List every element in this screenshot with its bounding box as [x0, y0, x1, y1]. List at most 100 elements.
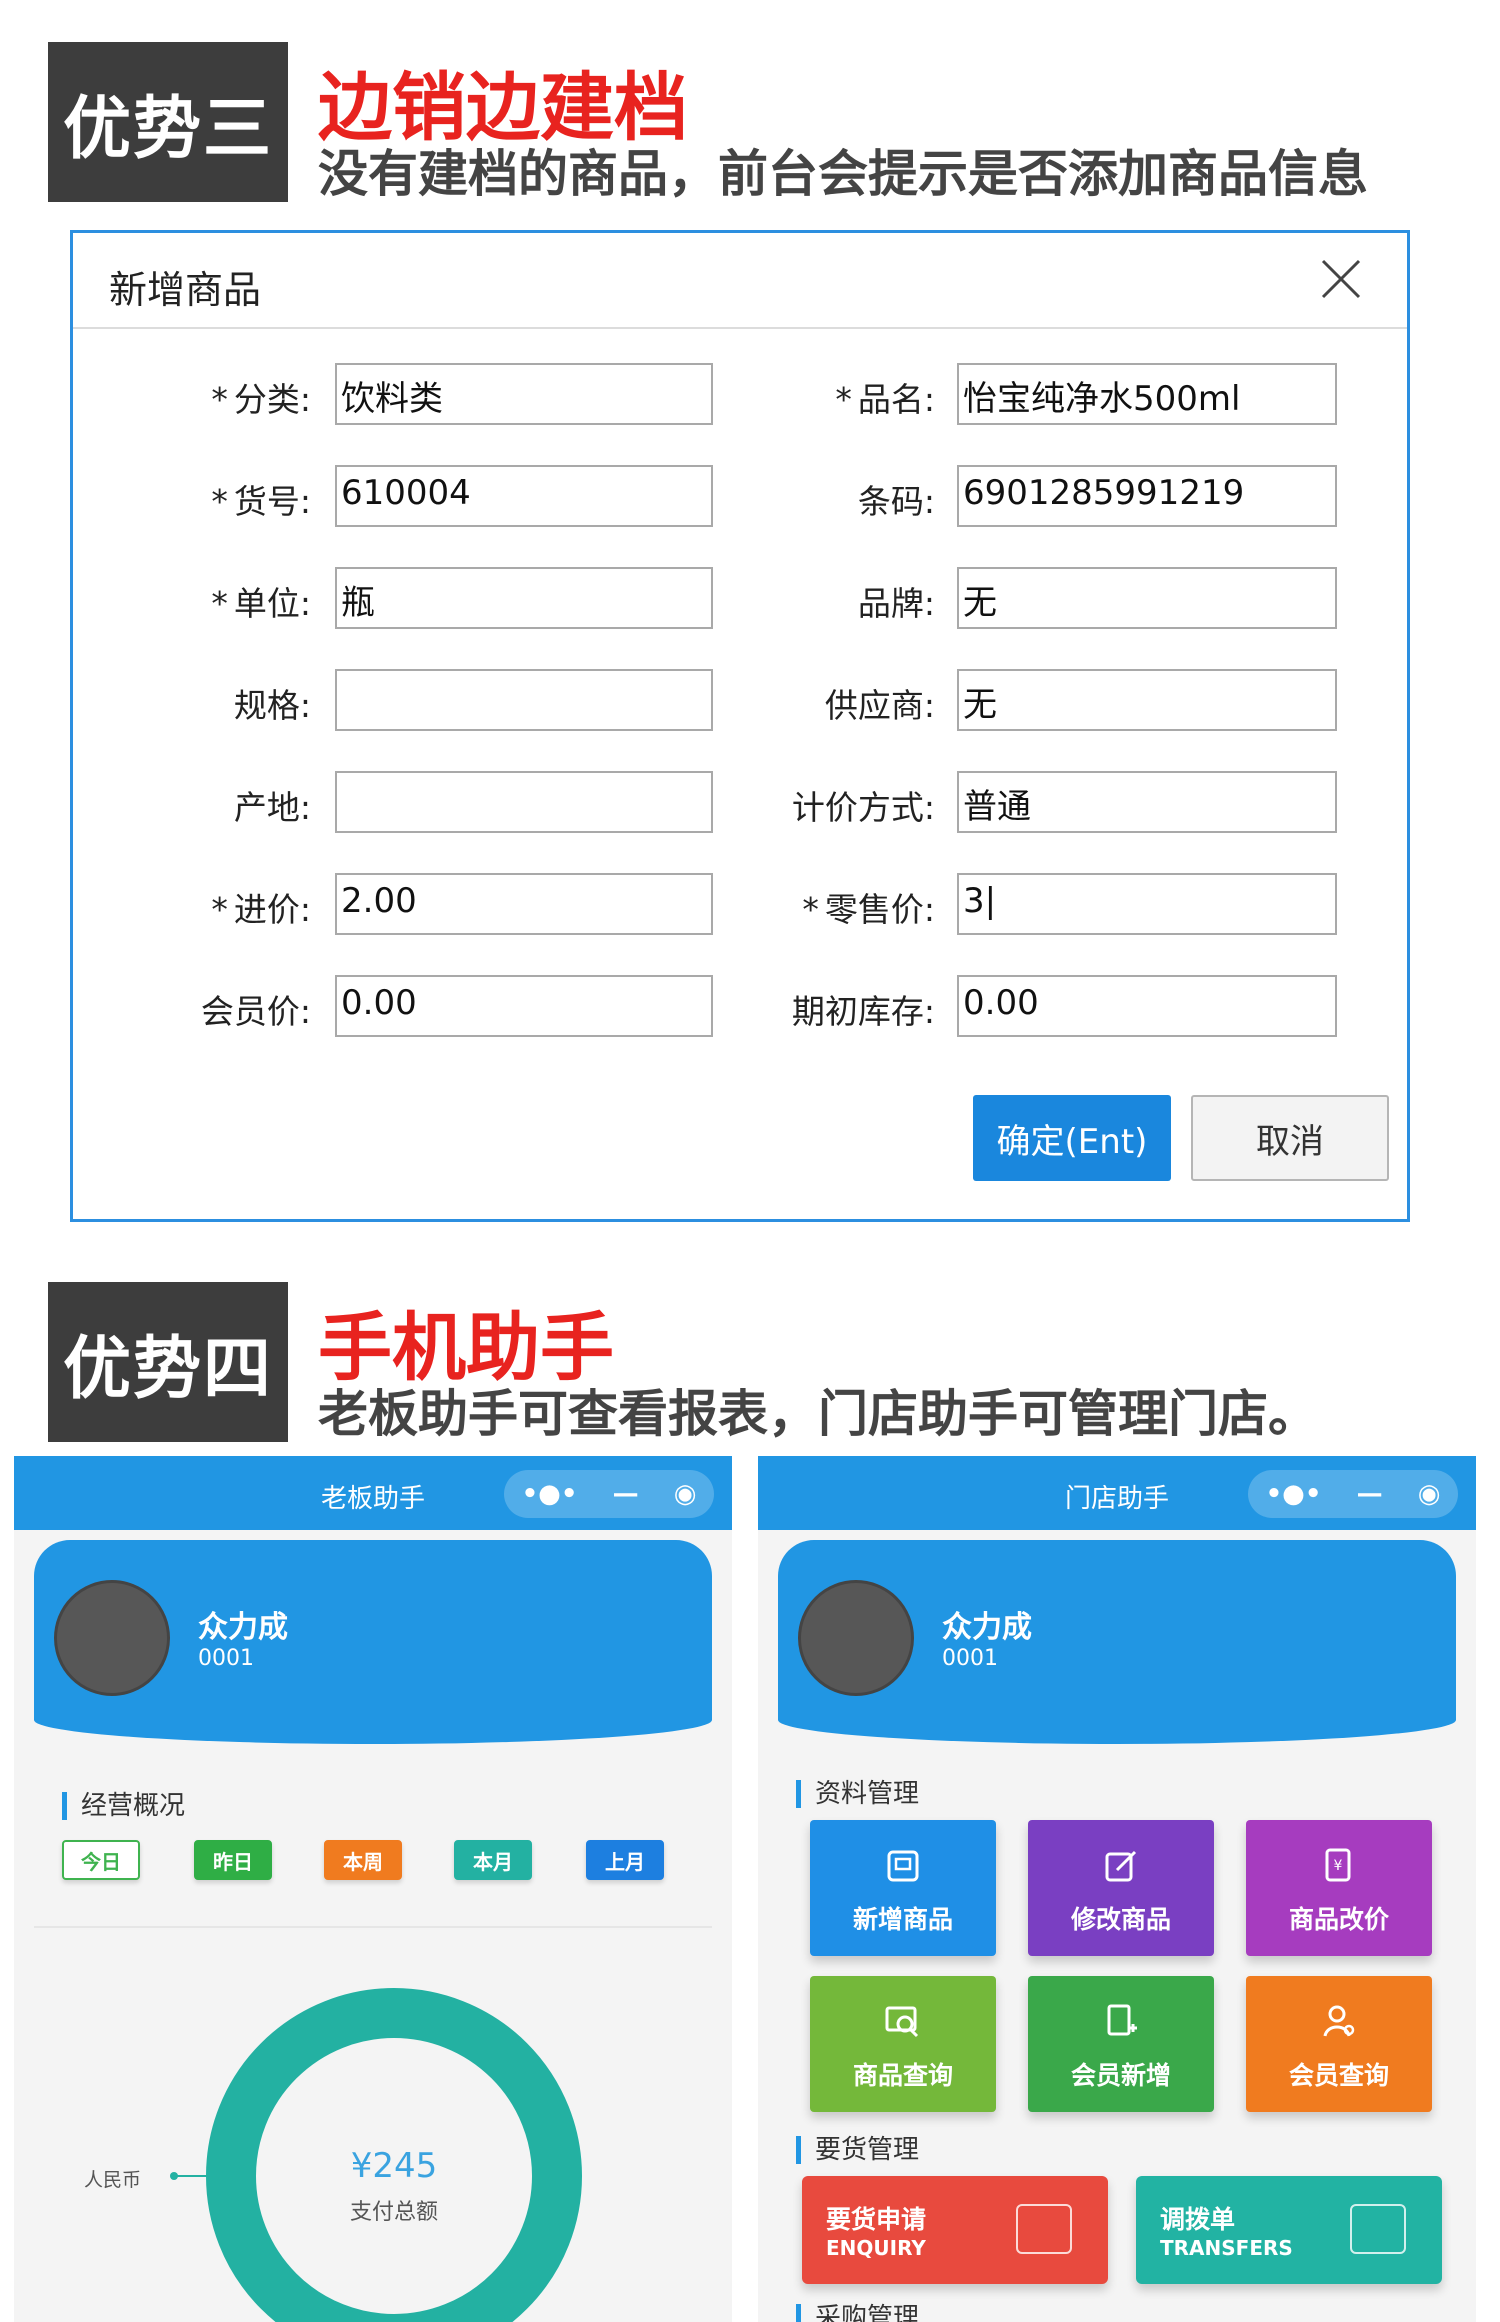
- profile-card: 众力成 0001: [34, 1540, 712, 1744]
- tile-add-member[interactable]: 会员新增: [1028, 1976, 1214, 2112]
- field-label-text: 品名:: [857, 380, 935, 419]
- mini-app-bar: 门店助手 •●• — ◉: [758, 1456, 1476, 1530]
- tile-search-product[interactable]: 商品查询: [810, 1976, 996, 2112]
- required-mark: *: [211, 584, 228, 623]
- field-input[interactable]: [335, 669, 713, 731]
- wide-tile-subtitle: ENQUIRY: [826, 2236, 926, 2260]
- dialog-header: 新增商品: [73, 233, 1407, 329]
- amount-value: ¥245: [350, 2146, 438, 2186]
- required-mark: *: [211, 482, 228, 521]
- field-label-text: 供应商:: [824, 686, 935, 725]
- field-input[interactable]: [335, 771, 713, 833]
- period-tab[interactable]: 本月: [454, 1840, 532, 1880]
- calendar-icon: [1016, 2204, 1072, 2254]
- search-product-icon: [810, 2002, 996, 2042]
- store-name: 众力成: [942, 1610, 1032, 1645]
- capsule-menu: •●• — ◉: [1248, 1470, 1458, 1518]
- period-tab[interactable]: 今日: [62, 1840, 140, 1880]
- more-icon[interactable]: •●•: [522, 1479, 578, 1509]
- field-label: 计价方式:: [693, 781, 935, 829]
- edit-icon: [1028, 1846, 1214, 1886]
- wide-tile[interactable]: 要货申请 ENQUIRY: [802, 2176, 1108, 2284]
- period-tab[interactable]: 本周: [324, 1840, 402, 1880]
- tile-label: 新增商品: [852, 1905, 953, 1934]
- member-search-icon: [1246, 2002, 1432, 2042]
- period-tabs: 今日 昨日 本周 本月 上月: [14, 1840, 732, 1896]
- close-target-icon[interactable]: ◉: [674, 1479, 697, 1509]
- wide-tile-title: 要货申请: [826, 2205, 927, 2234]
- store-code: 0001: [942, 1646, 998, 1671]
- field-input[interactable]: 饮料类: [335, 363, 713, 425]
- field-input[interactable]: 0.00: [335, 975, 713, 1037]
- field-label-text: 品牌:: [857, 584, 935, 623]
- field-input[interactable]: 2.00: [335, 873, 713, 935]
- more-icon[interactable]: •●•: [1266, 1479, 1322, 1509]
- close-icon[interactable]: [1311, 249, 1371, 309]
- store-name: 众力成: [198, 1610, 288, 1645]
- required-mark: *: [211, 890, 228, 929]
- capsule-menu: •●• — ◉: [504, 1470, 714, 1518]
- section-advantage-3: 优势三 边销边建档 没有建档的商品，前台会提示是否添加商品信息: [0, 42, 1500, 203]
- required-mark: *: [835, 380, 852, 419]
- tile-box[interactable]: 新增商品: [810, 1820, 996, 1956]
- field-label-text: 产地:: [233, 788, 311, 827]
- add-member-icon: [1028, 2002, 1214, 2042]
- amount-label: 支付总额: [349, 2200, 438, 2225]
- profile-card: 众力成 0001: [778, 1540, 1456, 1744]
- legend-dot: [170, 2172, 178, 2180]
- wide-tile[interactable]: 调拨单 TRANSFERS: [1136, 2176, 1442, 2284]
- field-label: 条码:: [693, 475, 935, 523]
- field-label: * 品名:: [693, 373, 935, 421]
- field-label: * 分类:: [73, 373, 311, 421]
- field-label-text: 零售价:: [824, 890, 935, 929]
- field-label: * 零售价:: [693, 883, 935, 931]
- section-label: 经营概况: [62, 1792, 185, 1820]
- mini-app-bar: 老板助手 •●• — ◉: [14, 1456, 732, 1530]
- field-label: 产地:: [73, 781, 311, 829]
- currency-label: 人民币: [84, 2169, 142, 2191]
- box-icon: [810, 1846, 996, 1886]
- tile-edit[interactable]: 修改商品: [1028, 1820, 1214, 1956]
- field-input[interactable]: 无: [957, 567, 1337, 629]
- field-label: 供应商:: [693, 679, 935, 727]
- price-tag-icon: ¥: [1246, 1846, 1432, 1886]
- wide-tile-subtitle: TRANSFERS: [1160, 2236, 1293, 2260]
- field-label-text: 分类:: [233, 380, 311, 419]
- field-label-text: 计价方式:: [791, 788, 935, 827]
- field-input[interactable]: 无: [957, 669, 1337, 731]
- field-input[interactable]: 普通: [957, 771, 1337, 833]
- field-input[interactable]: 3|: [957, 873, 1337, 935]
- field-input[interactable]: 瓶: [335, 567, 713, 629]
- tile-member-search[interactable]: 会员查询: [1246, 1976, 1432, 2112]
- field-input[interactable]: 6901285991219: [957, 465, 1337, 527]
- tile-label: 商品查询: [852, 2061, 953, 2090]
- field-input[interactable]: 0.00: [957, 975, 1337, 1037]
- period-tab[interactable]: 上月: [586, 1840, 664, 1880]
- minimize-icon[interactable]: —: [613, 1479, 639, 1509]
- close-target-icon[interactable]: ◉: [1418, 1479, 1441, 1509]
- wide-tile-title: 调拨单: [1160, 2205, 1236, 2234]
- tile-label: 会员查询: [1288, 2061, 1389, 2090]
- section-badge: 优势四: [48, 1282, 288, 1442]
- minimize-icon[interactable]: —: [1357, 1479, 1383, 1509]
- field-label-text: 会员价:: [200, 992, 311, 1031]
- section-label-data: 资料管理: [796, 1780, 919, 1808]
- cancel-button[interactable]: 取消: [1191, 1095, 1389, 1181]
- clipboard-icon: [1350, 2204, 1406, 2254]
- divider: [34, 1926, 712, 1928]
- section-advantage-4: 优势四 手机助手 老板助手可查看报表，门店助手可管理门店。: [0, 1282, 1500, 1443]
- boss-assistant-screen: 老板助手 •●• — ◉ 众力成 0001 经营概况 今日 昨日 本周 本月 上月 人民…: [14, 1456, 732, 2322]
- period-tab[interactable]: 昨日: [194, 1840, 272, 1880]
- tile-label: 会员新增: [1070, 2061, 1171, 2090]
- confirm-button[interactable]: 确定(Ent): [973, 1095, 1171, 1181]
- field-input[interactable]: 610004: [335, 465, 713, 527]
- store-code: 0001: [198, 1646, 254, 1671]
- field-label-text: 单位:: [233, 584, 311, 623]
- section-subtitle: 老板助手可查看报表，门店助手可管理门店。: [318, 1385, 1318, 1443]
- tile-price-tag[interactable]: ¥ 商品改价: [1246, 1820, 1432, 1956]
- required-mark: *: [211, 380, 228, 419]
- field-label: 会员价:: [73, 985, 311, 1033]
- field-label-text: 规格:: [233, 686, 311, 725]
- field-input[interactable]: 怡宝纯净水500ml: [957, 363, 1337, 425]
- field-label-text: 条码:: [857, 482, 935, 521]
